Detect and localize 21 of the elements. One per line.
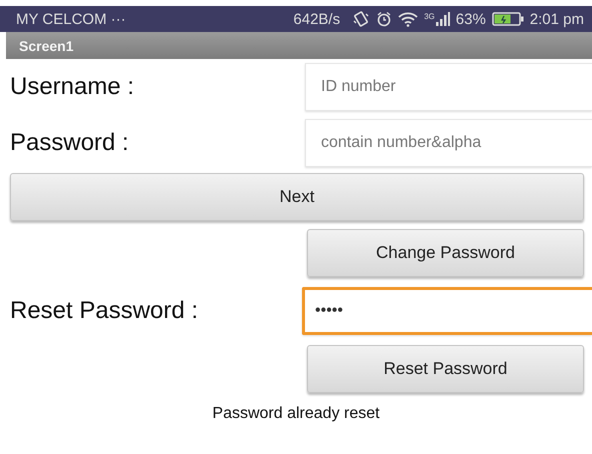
field-label: Reset Password : bbox=[10, 297, 200, 325]
clock-time: 2:01 pm bbox=[530, 10, 584, 28]
screen-title: Screen1 bbox=[19, 38, 74, 54]
action-button[interactable]: Change Password bbox=[307, 229, 584, 277]
network-speed: 642B/s bbox=[293, 10, 340, 28]
action-button[interactable]: Reset Password bbox=[307, 345, 584, 393]
input-field[interactable]: ID number bbox=[305, 63, 592, 111]
next-button[interactable]: Next bbox=[10, 173, 584, 221]
vibrate-icon bbox=[352, 11, 370, 27]
field-label: Username : bbox=[10, 73, 136, 101]
status-message: Password already reset bbox=[212, 405, 380, 423]
signal-icon bbox=[436, 12, 450, 26]
alarm-icon bbox=[376, 11, 392, 27]
battery-icon bbox=[492, 12, 524, 26]
input-field[interactable]: contain number&alpha bbox=[305, 119, 592, 167]
field-label: Password : bbox=[10, 129, 130, 157]
network-type: 3G bbox=[424, 12, 435, 21]
input-field[interactable]: ••••• bbox=[302, 287, 592, 335]
wifi-icon bbox=[398, 12, 418, 26]
carrier-name: MY CELCOM ··· bbox=[16, 10, 126, 28]
battery-percent: 63% bbox=[456, 10, 486, 28]
